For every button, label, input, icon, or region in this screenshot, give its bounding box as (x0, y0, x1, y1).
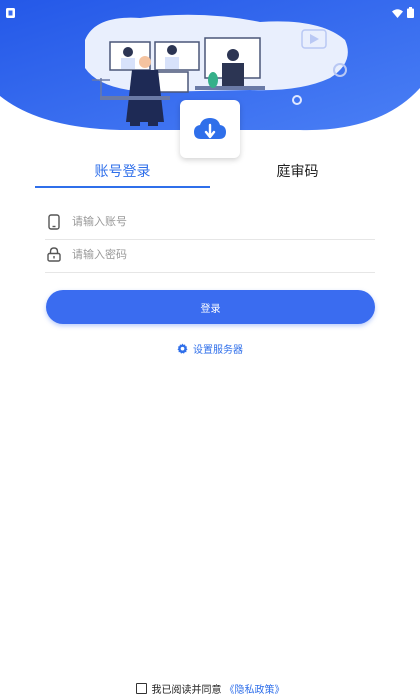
password-field (45, 237, 375, 273)
tab-trial-code[interactable]: 庭审码 (210, 160, 385, 190)
server-setting-label: 设置服务器 (193, 344, 243, 356)
agreement-text: 我已阅读并同意 (151, 684, 222, 696)
lock-icon (45, 246, 63, 264)
privacy-policy-link[interactable]: 《隐私政策》 (225, 681, 285, 696)
gear-icon (177, 342, 188, 354)
login-button[interactable]: 登录 (46, 290, 375, 324)
privacy-agreement: 我已阅读并同意 《隐私政策》 (0, 680, 420, 696)
wifi-icon (392, 3, 403, 22)
tab-account-login[interactable]: 账号登录 (35, 160, 210, 190)
password-input[interactable] (72, 248, 352, 261)
account-input[interactable] (72, 215, 352, 228)
agree-checkbox[interactable] (135, 682, 147, 694)
server-setting-link[interactable]: 设置服务器 (0, 340, 420, 356)
phone-icon (45, 213, 63, 231)
login-tabs: 账号登录 庭审码 (35, 160, 385, 190)
notification-icon (6, 3, 15, 22)
account-field (45, 204, 375, 240)
app-logo (180, 100, 240, 158)
status-bar (0, 0, 420, 18)
battery-icon (407, 3, 414, 22)
